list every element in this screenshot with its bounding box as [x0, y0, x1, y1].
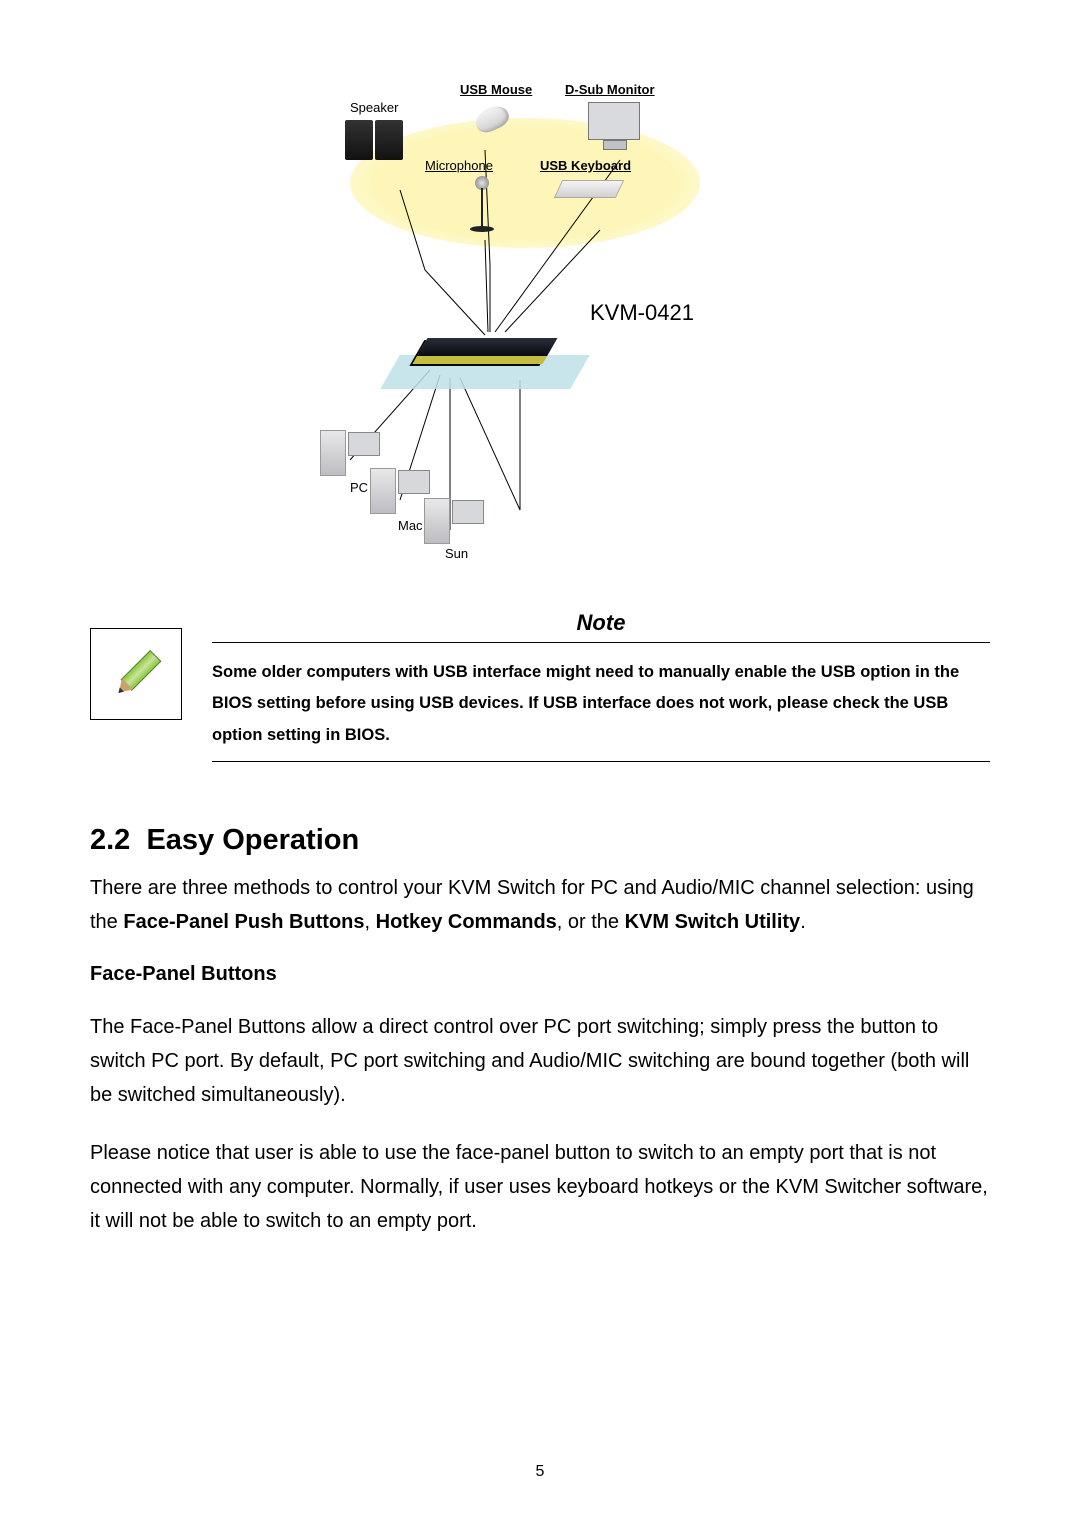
manual-page: Speaker USB Mouse D-Sub Monitor Micropho…: [0, 0, 1080, 1302]
mac-icon: [370, 468, 396, 514]
pc-icon: [320, 430, 346, 476]
label-usb-mouse: USB Mouse: [460, 82, 532, 97]
section-heading: 2.2 Easy Operation: [90, 824, 990, 857]
note-text: Some older computers with USB interface …: [212, 657, 990, 751]
keyboard-icon: [554, 180, 624, 198]
label-kvm-model: KVM-0421: [590, 300, 694, 326]
connection-diagram: Speaker USB Mouse D-Sub Monitor Micropho…: [290, 80, 790, 560]
label-speaker: Speaker: [350, 100, 398, 115]
paragraph-face-panel-2: Please notice that user is able to use t…: [90, 1136, 990, 1238]
section-title: Easy Operation: [146, 824, 359, 856]
kvm-switch-icon: [412, 338, 557, 364]
label-pc: PC: [350, 480, 368, 495]
speaker-icon: [345, 120, 373, 160]
page-number: 5: [0, 1463, 1080, 1481]
sub-heading-face-panel: Face-Panel Buttons: [90, 963, 990, 986]
label-mac: Mac: [398, 518, 423, 533]
label-sun: Sun: [445, 546, 468, 561]
note-title: Note: [212, 610, 990, 636]
section-intro: There are three methods to control your …: [90, 871, 990, 939]
label-usb-keyboard: USB Keyboard: [540, 158, 631, 173]
sun-icon: [424, 498, 450, 544]
paragraph-face-panel-1: The Face-Panel Buttons allow a direct co…: [90, 1010, 990, 1112]
monitor-icon: [588, 102, 640, 140]
label-microphone: Microphone: [425, 158, 493, 173]
pencil-icon: [95, 633, 177, 715]
note-callout: Note Some older computers with USB inter…: [90, 610, 990, 776]
label-dsub-monitor: D-Sub Monitor: [565, 82, 655, 97]
note-icon: [90, 628, 182, 720]
section-number: 2.2: [90, 824, 130, 856]
